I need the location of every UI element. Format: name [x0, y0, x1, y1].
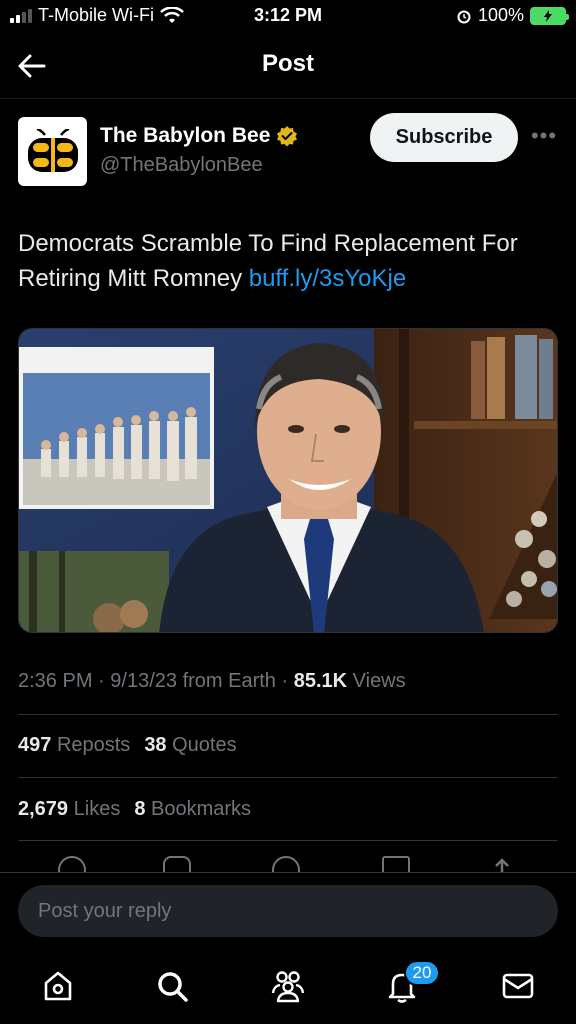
post-actions — [0, 848, 576, 872]
quotes-count: 38 — [144, 734, 167, 756]
share-icon[interactable] — [490, 858, 514, 872]
bookmark-icon[interactable] — [382, 856, 410, 872]
repost-stats: 497 Reposts 38 Quotes — [18, 734, 237, 757]
post-image-graphic — [19, 329, 557, 632]
post-source: from Earth — [182, 670, 276, 692]
post-text: Democrats Scramble To Find Replacement F… — [18, 226, 558, 296]
avatar[interactable] — [18, 117, 87, 186]
divider — [18, 777, 558, 778]
likes-label: Likes — [73, 798, 121, 820]
bottom-tab-bar — [0, 952, 576, 1024]
tab-home[interactable] — [38, 966, 78, 1006]
repost-icon[interactable] — [163, 856, 191, 872]
search-icon — [158, 972, 188, 1002]
post-image[interactable] — [18, 328, 558, 633]
more-options-icon[interactable]: ••• — [530, 124, 558, 148]
status-bar: T-Mobile Wi-Fi 3:12 PM 100% — [0, 0, 576, 32]
tab-messages[interactable] — [498, 966, 538, 1006]
reposts-stat[interactable]: 497 Reposts — [18, 734, 130, 757]
tab-communities[interactable] — [268, 966, 308, 1006]
author-name[interactable]: The Babylon Bee — [100, 124, 298, 148]
reply-icon[interactable] — [58, 856, 86, 872]
divider — [18, 840, 558, 841]
verified-badge-icon — [277, 126, 298, 147]
battery-percent: 100% — [477, 5, 524, 25]
reply-input[interactable] — [18, 885, 558, 937]
status-right: 100% — [456, 5, 569, 26]
post-date: 9/13/23 — [110, 670, 177, 692]
bookmarks-label: Bookmarks — [151, 798, 252, 820]
mail-icon — [502, 973, 534, 999]
communities-icon — [271, 971, 305, 1003]
views-count: 85.1K — [293, 670, 348, 692]
header-divider — [0, 98, 576, 99]
subscribe-button[interactable]: Subscribe — [370, 113, 518, 162]
battery-icon — [530, 6, 569, 25]
tab-search[interactable] — [152, 966, 192, 1006]
author-handle[interactable]: @TheBabylonBee — [100, 154, 263, 177]
babylon-bee-logo-icon — [27, 128, 78, 172]
reply-bar — [0, 872, 576, 952]
reposts-label: Reposts — [56, 734, 131, 756]
likes-stat[interactable]: 2,679 Likes — [18, 798, 120, 821]
divider — [18, 714, 558, 715]
alarm-icon — [457, 10, 471, 23]
likes-count: 2,679 — [18, 798, 69, 820]
notifications-badge: 20 — [404, 960, 440, 986]
post-link[interactable]: buff.ly/3sYoKje — [249, 265, 406, 292]
like-icon[interactable] — [272, 856, 300, 872]
bookmarks-stat[interactable]: 8 Bookmarks — [134, 798, 251, 821]
views-label: Views — [352, 670, 406, 692]
page-title: Post — [261, 50, 314, 77]
like-stats: 2,679 Likes 8 Bookmarks — [18, 798, 251, 821]
bookmarks-count: 8 — [134, 798, 146, 820]
quotes-stat[interactable]: 38 Quotes — [144, 734, 236, 757]
home-icon — [44, 971, 72, 1001]
post-time: 2:36 PM — [18, 670, 93, 692]
top-nav: Post — [0, 38, 576, 92]
quotes-label: Quotes — [172, 734, 237, 756]
author-name-text: The Babylon Bee — [100, 124, 271, 147]
reposts-count: 497 — [18, 734, 52, 756]
post-meta: 2:36 PM · 9/13/23 from Earth · 85.1K Vie… — [18, 670, 406, 692]
